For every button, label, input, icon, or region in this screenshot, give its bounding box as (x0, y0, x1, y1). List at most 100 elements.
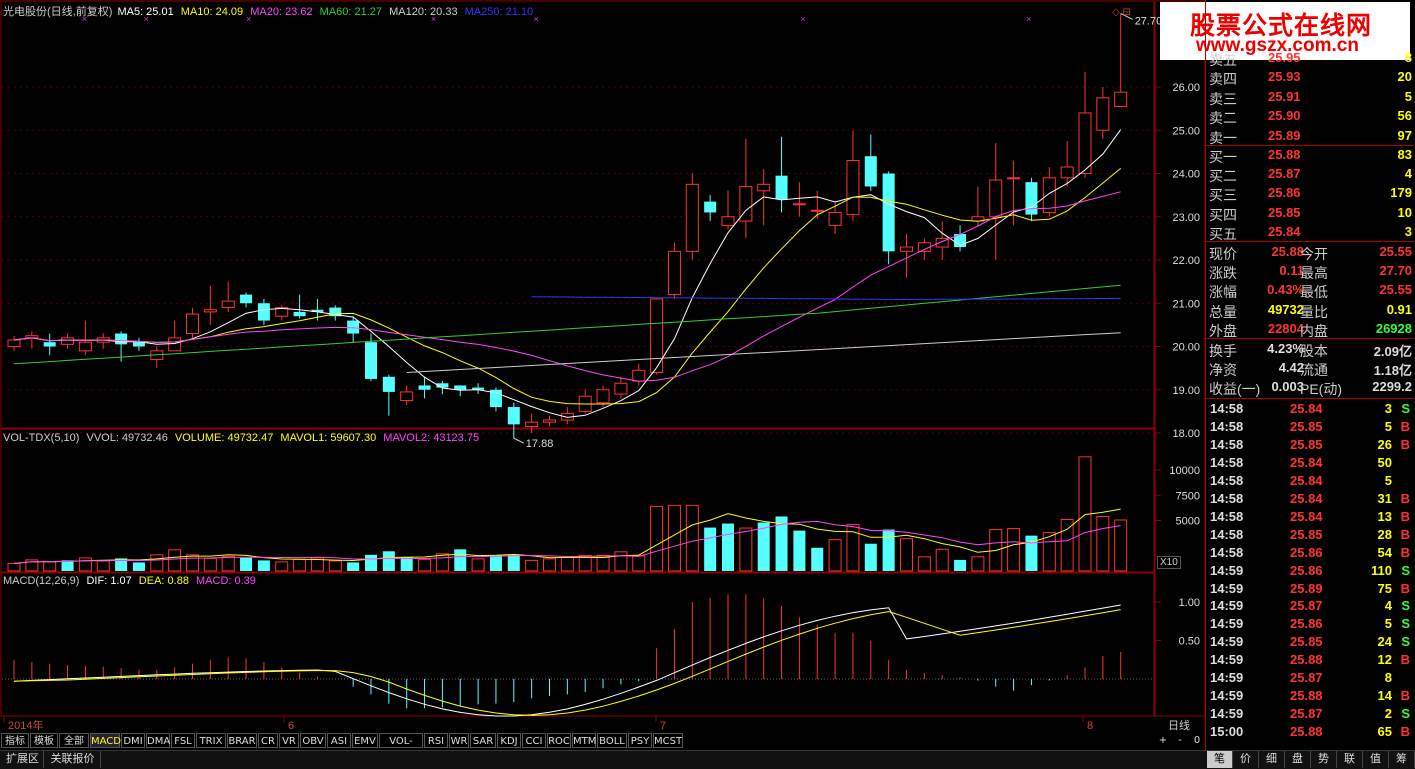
tick-price: 25.86 (1290, 616, 1323, 632)
zoom-button[interactable]: - (1172, 733, 1188, 748)
bid-volume: 3 (1404, 223, 1412, 239)
indicator-tab-wr[interactable]: WR (449, 733, 469, 748)
ma10-label: MA10: 24.09 (180, 6, 244, 18)
stat2-label: 收益(一) (1209, 381, 1261, 398)
volume-bar (543, 558, 556, 572)
candle-body (757, 183, 771, 192)
stat-label: 总量 (1209, 303, 1237, 320)
candle-body (775, 175, 788, 200)
tick-price: 25.86 (1290, 562, 1323, 578)
stat-label-2: 今开 (1300, 246, 1328, 262)
candle-body (132, 342, 145, 347)
indicator-tab-obv[interactable]: OBV (300, 733, 326, 748)
panel-nav-tab[interactable]: 筹 (1389, 751, 1415, 768)
stats2-separator (1206, 338, 1414, 339)
ma20-label: MA20: 23.62 (250, 6, 313, 18)
tick-time: 14:59 (1210, 634, 1244, 650)
stat-label-2: 最低 (1300, 284, 1328, 301)
bid-row: 买三 25.86 179 (1206, 184, 1414, 203)
stat-value: 49732 (1267, 301, 1304, 317)
indicator-tab-mcst[interactable]: MCST (653, 733, 683, 748)
stat-value-2: 26928 (1375, 320, 1412, 336)
volume-bar (1114, 519, 1128, 572)
panel-nav-tab[interactable]: 势 (1311, 751, 1337, 768)
indicator-tab-brar[interactable]: BRAR (227, 733, 257, 748)
zoom-button[interactable]: 0 (1189, 733, 1205, 748)
volume-bar (917, 556, 931, 572)
volume-bar (240, 557, 253, 571)
ticks-separator (1206, 398, 1414, 399)
stat2-label: 换手 (1209, 343, 1237, 359)
tick-row: 14:59 25.86 5 S (1206, 615, 1414, 633)
tick-side: S (1401, 706, 1410, 722)
panel-nav-tab[interactable]: 笔 (1207, 751, 1233, 768)
price-axis-label: 20.00 (1172, 342, 1200, 354)
indicator-tab-mtm[interactable]: MTM (572, 733, 596, 748)
zoom-button[interactable]: + (1155, 733, 1171, 748)
tick-price: 25.85 (1290, 418, 1323, 434)
candle-body (900, 246, 913, 252)
panel-nav-tab[interactable]: 联 (1337, 751, 1363, 768)
chart-corner-marker: ◇ ⊟ (1112, 7, 1131, 18)
indicator-tab-vr[interactable]: VR (279, 733, 299, 748)
candle-body (1007, 177, 1021, 180)
bottom-bar: 扩展区 关联报价 笔价细盘势联值筹 (0, 750, 1415, 769)
stat-label-2: 最高 (1300, 265, 1328, 282)
stat2-row: 换手 4.23% 股本 2.09亿 (1206, 340, 1414, 359)
ask-label: 卖四 (1209, 71, 1237, 88)
bid-row: 买一 25.88 83 (1206, 146, 1414, 165)
candle-body (614, 382, 628, 395)
tick-side: S (1401, 598, 1410, 614)
tick-quantity: 2 (1384, 706, 1392, 722)
indicator-tab-kdj[interactable]: KDJ (497, 733, 521, 748)
indicator-tab-指标[interactable]: 指标 (1, 733, 29, 748)
indicator-tab-fsl[interactable]: FSL (171, 733, 195, 748)
period-label[interactable]: 日线 (1168, 717, 1190, 733)
tick-time: 14:59 (1210, 598, 1244, 614)
indicator-tab-cci[interactable]: CCI (522, 733, 546, 748)
panel-nav-tab[interactable]: 值 (1363, 751, 1389, 768)
ask-volume: 5 (1404, 88, 1412, 104)
candle-body (1078, 112, 1092, 174)
bid-row: 买五 25.84 3 (1206, 223, 1414, 242)
panel-nav-tab[interactable]: 价 (1233, 751, 1259, 768)
indicator-tab-模板[interactable]: 模板 (30, 733, 58, 748)
indicator-tab-sar[interactable]: SAR (470, 733, 496, 748)
indicator-tab-psy[interactable]: PSY (628, 733, 652, 748)
indicator-tab-trix[interactable]: TRIX (196, 733, 226, 748)
indicator-tab-macd[interactable]: MACD (90, 733, 121, 748)
stat2-label-2: 股本 (1300, 343, 1328, 359)
tick-price: 25.85 (1290, 634, 1323, 650)
candle-body (1060, 166, 1074, 179)
indicator-tab-emv[interactable]: EMV (352, 733, 378, 748)
candle-body (1114, 91, 1128, 107)
indicator-tab-roc[interactable]: ROC (547, 733, 571, 748)
ask-price: 25.91 (1268, 88, 1301, 104)
panel-nav-tab[interactable]: 细 (1259, 751, 1285, 768)
kline-chart-canvas[interactable]: 26.0025.0024.0023.0022.0021.0020.0019.00… (0, 0, 1415, 768)
indicator-tab-全部[interactable]: 全部 (59, 733, 89, 748)
volume-bar (811, 547, 824, 571)
volume-bar (525, 559, 539, 572)
ma10-line (13, 168, 1122, 405)
stats-separator (1206, 241, 1414, 242)
indicator-tab-asi[interactable]: ASI (327, 733, 351, 748)
tick-row: 14:59 25.86 110 S (1206, 562, 1414, 580)
indicator-tab-cr[interactable]: CR (258, 733, 278, 748)
tick-time: 14:58 (1210, 454, 1244, 470)
tick-row: 14:58 25.84 13 B (1206, 508, 1414, 526)
indicator-tab-dma[interactable]: DMA (146, 733, 170, 748)
indicator-tab-vol-tdx[interactable]: VOL-TDX (379, 733, 423, 762)
indicator-tab-boll[interactable]: BOLL (597, 733, 627, 748)
volume-bar (900, 538, 913, 572)
price-axis-label: 23.00 (1172, 212, 1200, 224)
indicator-tab-dmi[interactable]: DMI (121, 733, 145, 748)
tab-related-quotes[interactable]: 关联报价 (45, 751, 101, 768)
volume-axis-label: 5000 (1176, 516, 1200, 528)
indicator-tab-rsi[interactable]: RSI (424, 733, 448, 748)
panel-nav-tab[interactable]: 盘 (1285, 751, 1311, 768)
candle-body (667, 250, 681, 296)
candle-body (792, 203, 806, 206)
candle-body (240, 294, 253, 304)
tab-extension-area[interactable]: 扩展区 (2, 751, 44, 768)
